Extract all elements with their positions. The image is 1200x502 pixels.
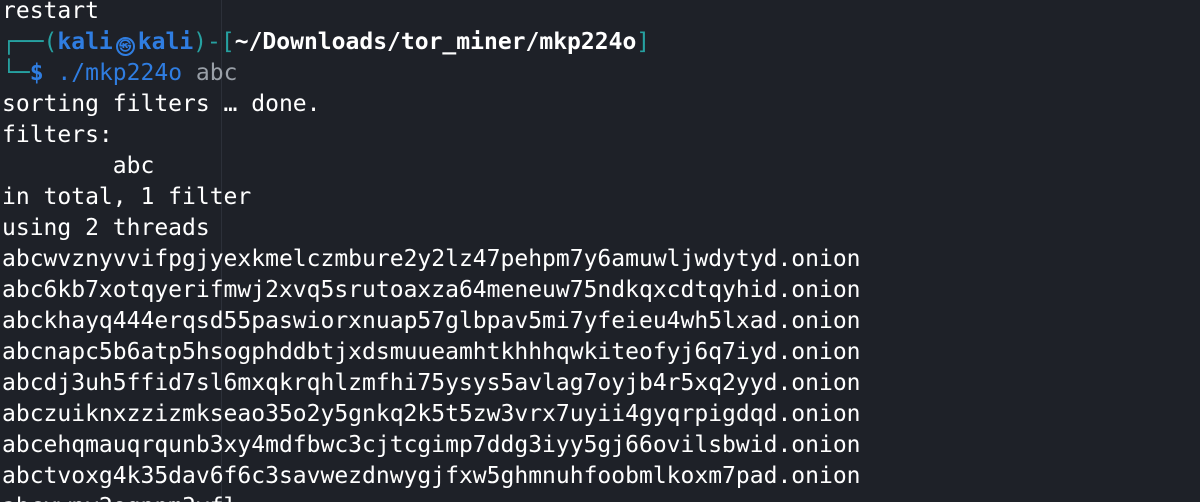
- output-line: using 2 threads: [2, 215, 210, 241]
- onion-address: abcdj3uh5ffid7sl6mxqkrqhlzmfhi75ysys5avl…: [2, 370, 861, 396]
- onion-address: abczuiknxzzizmkseao35o2y5gnkq2k5t5zw3vrx…: [2, 401, 861, 427]
- prompt-frame-end: ]: [636, 29, 651, 55]
- prompt-user: kali: [57, 29, 113, 55]
- prompt-frame-mid: )-[: [193, 29, 235, 55]
- prompt-symbol: $: [29, 60, 44, 86]
- command-argument: abc: [195, 60, 238, 86]
- prompt-cwd: ~/Downloads/tor_miner/mkp224o: [234, 29, 637, 55]
- output-line: in total, 1 filter: [2, 184, 252, 210]
- command-line[interactable]: └─$ ./mkp224o abc: [2, 58, 237, 89]
- onion-address: abcwvznyvvifpgjyexkmelczmbure2y2lz47pehp…: [2, 246, 861, 272]
- onion-address-partial: abcxwpy2ogpnm3vfl: [2, 492, 237, 502]
- output-line: filters:: [2, 122, 113, 148]
- onion-address: abc6kb7xotqyerifmwj2xvq5srutoaxza64meneu…: [2, 277, 861, 303]
- terminal-window[interactable]: restart ┌──(kali ㉿ kali)-[~/Downloads/tor_…: [0, 0, 1200, 502]
- onion-address: abcnapc5b6atp5hsogphddbtjxdsmuueamhtkhhh…: [2, 339, 861, 365]
- prompt-frame-top: ┌──(: [2, 29, 58, 55]
- output-line: sorting filters … done.: [2, 91, 321, 117]
- command-name: ./mkp224o: [57, 60, 183, 86]
- prompt-header: ┌──(kali ㉿ kali)-[~/Downloads/tor_miner/mk…: [2, 27, 650, 58]
- output-line: abc: [2, 153, 155, 179]
- kali-dragon-icon: ㉿: [115, 37, 135, 56]
- onion-address: abckhayq444erqsd55paswiorxnuap57glbpav5m…: [2, 308, 861, 334]
- previous-output-line: restart: [2, 0, 99, 24]
- onion-address: abctvoxg4k35dav6f6c3savwezdnwygjfxw5ghmn…: [2, 463, 861, 489]
- prompt-host: kali: [137, 29, 194, 55]
- prompt-frame-bottom: └─: [2, 60, 30, 86]
- onion-address: abcehqmauqrqunb3xy4mdfbwc3cjtcgimp7ddg3i…: [2, 432, 861, 458]
